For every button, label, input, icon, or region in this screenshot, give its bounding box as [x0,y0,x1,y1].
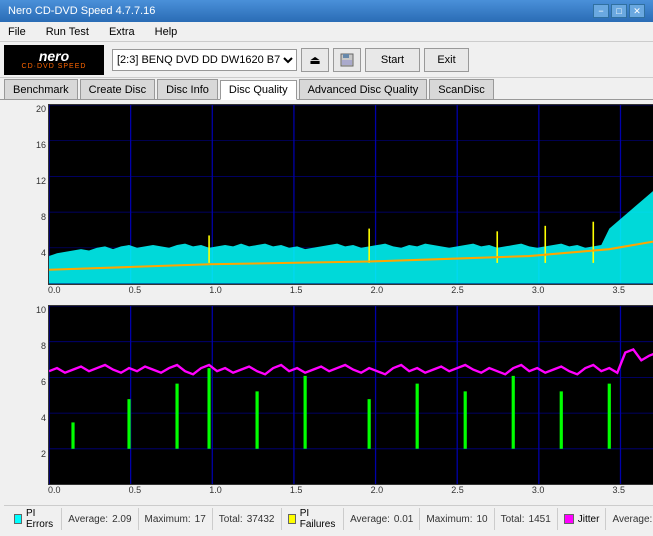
chart2-x-1.0: 1.0 [209,485,222,501]
main-content: 20 16 12 8 4 [0,100,653,536]
chart2-x-0.0: 0.0 [48,485,61,501]
maximize-button[interactable]: □ [611,4,627,18]
chart2-x-2.5: 2.5 [451,485,464,501]
pi-errors-label: PI Errors [26,508,55,530]
pi-failures-stats: Average: 0.01 [344,508,420,530]
stats-bar: PI Errors Average: 2.09 Maximum: 17 Tota… [4,505,653,532]
minimize-button[interactable]: − [593,4,609,18]
pi-failures-avg-value: 0.01 [394,514,413,525]
chart1-x-0.0: 0.0 [48,285,61,301]
tab-benchmark[interactable]: Benchmark [4,79,78,99]
pi-failures-total: Total: 1451 [495,508,558,530]
pi-failures-total-value: 1451 [529,514,551,525]
chart2-x-3.0: 3.0 [532,485,545,501]
chart1-x-2.5: 2.5 [451,285,464,301]
nero-logo-sub: CD·DVD SPEED [22,63,87,70]
pi-errors-avg-value: 2.09 [112,514,131,525]
chart1-y-label-4: 4 [41,248,46,258]
chart1-x-1.5: 1.5 [290,285,303,301]
jitter-label: Jitter [578,514,600,525]
tab-advanced-disc-quality[interactable]: Advanced Disc Quality [299,79,428,99]
tab-scan-disc[interactable]: ScanDisc [429,79,493,99]
start-button[interactable]: Start [365,48,420,72]
pi-errors-stats: Average: 2.09 [62,508,138,530]
pi-failures-group: PI Failures [282,508,345,530]
chart2-y-10: 10 [36,305,46,315]
jitter-group: Jitter [558,508,607,530]
pi-failures-max-value: 10 [477,514,488,525]
chart1-y-label-16: 16 [36,140,46,150]
chart2-y-2: 2 [41,449,46,459]
tab-disc-info[interactable]: Disc Info [157,79,218,99]
tabs: Benchmark Create Disc Disc Info Disc Qua… [0,78,653,100]
menu-run-test[interactable]: Run Test [42,24,93,40]
chart2-y-4: 4 [41,413,46,423]
tab-disc-quality[interactable]: Disc Quality [220,80,297,100]
chart2-x-3.5: 3.5 [612,485,625,501]
menu-file[interactable]: File [4,24,30,40]
tab-create-disc[interactable]: Create Disc [80,79,155,99]
nero-logo: nero CD·DVD SPEED [4,45,104,75]
pi-errors-color-box [14,514,22,524]
drive-select[interactable]: [2:3] BENQ DVD DD DW1620 B7W9 [112,49,297,71]
pi-failures-max-label: Maximum: [426,514,472,525]
pi-errors-avg-label: Average: [68,514,108,525]
nero-logo-text: nero [39,49,69,63]
chart1-svg [49,105,653,284]
pi-errors-total-label: Total: [219,514,243,525]
pi-errors-max-value: 17 [195,514,206,525]
chart1-x-1.0: 1.0 [209,285,222,301]
toolbar: nero CD·DVD SPEED [2:3] BENQ DVD DD DW16… [0,42,653,78]
chart2-x-0.5: 0.5 [129,485,142,501]
pi-failures-color-box [288,514,296,524]
pi-errors-max-label: Maximum: [145,514,191,525]
chart1-y-label-20: 20 [36,104,46,114]
pi-failures-total-label: Total: [501,514,525,525]
chart1-x-0.5: 0.5 [129,285,142,301]
chart2-y-6: 6 [41,377,46,387]
save-button[interactable] [333,48,361,72]
chart2-x-2.0: 2.0 [371,485,384,501]
title-bar: Nero CD-DVD Speed 4.7.7.16 − □ ✕ [0,0,653,22]
pi-errors-total-value: 37432 [247,514,275,525]
pi-errors-total: Total: 37432 [213,508,282,530]
close-button[interactable]: ✕ [629,4,645,18]
menu-bar: File Run Test Extra Help [0,22,653,42]
app-title: Nero CD-DVD Speed 4.7.7.16 [8,5,155,17]
jitter-avg-label: Average: [612,514,652,525]
exit-button[interactable]: Exit [424,48,469,72]
chart-area: 20 16 12 8 4 [0,100,653,536]
chart1-x-2.0: 2.0 [371,285,384,301]
chart1-y-label-12: 12 [36,176,46,186]
pi-errors-group: PI Errors [8,508,62,530]
chart2-y-8: 8 [41,341,46,351]
eject-button[interactable]: ⏏ [301,48,329,72]
chart1-x-3.0: 3.0 [532,285,545,301]
menu-extra[interactable]: Extra [105,24,139,40]
jitter-color-box [564,514,574,524]
pi-failures-label: PI Failures [300,508,337,530]
pi-failures-avg-label: Average: [350,514,390,525]
window-controls: − □ ✕ [593,4,645,18]
pi-errors-max: Maximum: 17 [139,508,213,530]
pi-failures-max: Maximum: 10 [420,508,494,530]
chart2-x-1.5: 1.5 [290,485,303,501]
chart1-y-label-8: 8 [41,212,46,222]
chart1-x-3.5: 3.5 [612,285,625,301]
chart2-svg [49,306,653,485]
menu-help[interactable]: Help [151,24,182,40]
jitter-stats: Average: 8.14 % [606,508,653,530]
